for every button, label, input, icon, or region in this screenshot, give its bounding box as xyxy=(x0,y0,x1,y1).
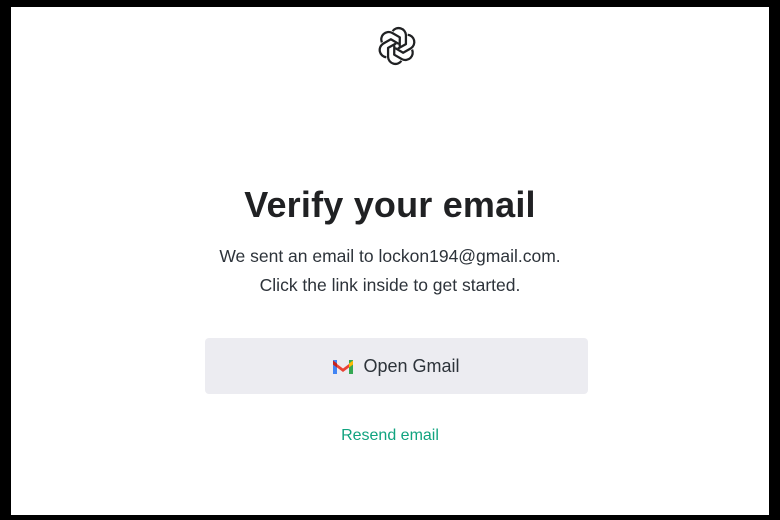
verification-message-line1: We sent an email to lockon194@gmail.com. xyxy=(219,246,561,266)
page-frame: Verify your email We sent an email to lo… xyxy=(11,7,769,515)
open-gmail-button[interactable]: Open Gmail xyxy=(205,338,588,394)
verification-message-line2: Click the link inside to get started. xyxy=(259,275,521,295)
gmail-icon xyxy=(333,359,354,374)
verification-message: We sent an email to lockon194@gmail.com.… xyxy=(11,242,769,300)
open-gmail-label: Open Gmail xyxy=(363,355,460,376)
resend-email-link[interactable]: Resend email xyxy=(11,427,769,445)
page-title: Verify your email xyxy=(244,184,536,225)
openai-logo-icon xyxy=(376,25,418,67)
